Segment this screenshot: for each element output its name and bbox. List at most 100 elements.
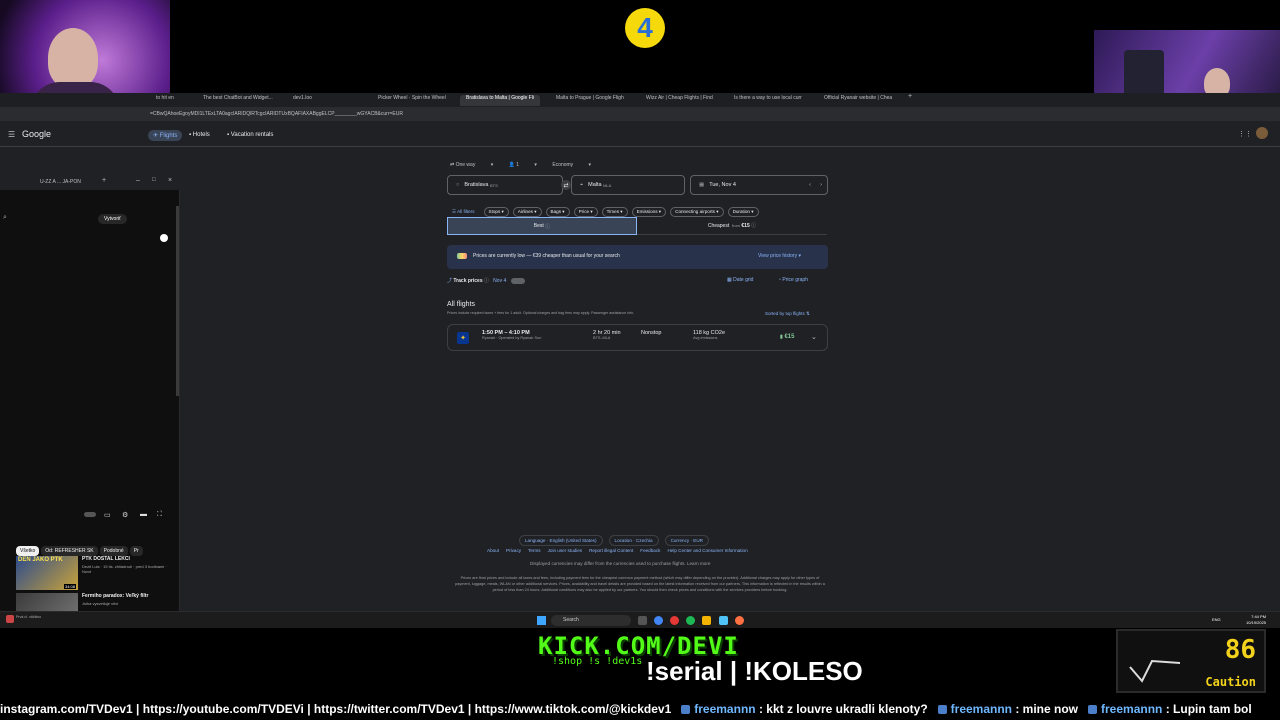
destination-code: MLA [603, 182, 612, 188]
destination-field[interactable]: ⌖ Malta MLA [571, 175, 685, 195]
next-date-icon[interactable]: › [820, 182, 822, 188]
popup-tab-title[interactable]: U-ZZ A ... JA-PON [40, 179, 81, 185]
expand-chevron-icon[interactable]: ⌄ [811, 333, 817, 341]
video-thumbnail[interactable]: DEN JAKO PTK 34:08 [16, 556, 78, 590]
video-title[interactable]: PTK DOSTAL LEKCI [82, 556, 176, 562]
new-tab-icon[interactable]: + [902, 93, 912, 104]
sort-cheapest-tab[interactable]: Cheapest from €15 ⓘ [637, 217, 827, 235]
video-item[interactable]: DEN JAKO PTK 34:08 PTK DOSTAL LEKCI Dezi… [16, 556, 176, 590]
info-icon[interactable] [160, 234, 168, 242]
subtitles-icon[interactable]: ▭ [104, 511, 111, 519]
filter-stops[interactable]: Stops ▾ [483, 207, 509, 217]
browser-tab[interactable]: dev1.loo [287, 95, 363, 106]
origin-field[interactable]: ○ Bratislava BTS [447, 175, 563, 195]
filter-emissions[interactable]: Emissions ▾ [631, 207, 667, 217]
maximize-icon[interactable]: □ [152, 177, 156, 183]
popup-titlebar: U-ZZ A ... JA-PON + – □ × [0, 176, 180, 190]
video-item[interactable]: Fermiho paradox: Veľký filtr Jsiha vysve… [16, 593, 176, 611]
language-button[interactable]: Language · English (United States) [519, 535, 603, 546]
location-button[interactable]: Location · Czechia [608, 535, 659, 546]
info-icon: ⓘ [545, 223, 551, 230]
browser-tab[interactable]: to hit en [150, 95, 192, 106]
create-button[interactable]: Vytvoriť [98, 214, 127, 224]
sort-best-tab[interactable]: Best ⓘ [447, 217, 637, 235]
chrome-icon[interactable] [654, 616, 663, 625]
apps-icon[interactable]: ⋮⋮ [1238, 130, 1252, 138]
theater-icon[interactable]: ▬ [140, 511, 147, 518]
chip-related[interactable]: Podobné [99, 546, 128, 556]
chat-user: freemannn [950, 702, 1013, 716]
popup-new-tab-icon[interactable]: + [102, 177, 106, 184]
language-indicator[interactable]: ENG [1212, 617, 1221, 622]
view-price-history-link[interactable]: View price history ▾ [758, 253, 801, 259]
browser-tab[interactable]: The best ChatBot and Widget... [197, 95, 273, 106]
info-icon: ⓘ [751, 223, 757, 229]
filter-times[interactable]: Times ▾ [601, 207, 628, 217]
gauge-label: Caution [1205, 675, 1256, 689]
tab-hotels[interactable]: ▪ Hotels [184, 130, 215, 140]
scrollbar[interactable] [176, 206, 179, 396]
url-text[interactable]: =CBwQAhoeEgoyMDI1LTExLTA0agcIARIDQlRTcgc… [150, 111, 403, 117]
footer-link[interactable]: Terms [528, 548, 541, 553]
swap-icon[interactable]: ⇄ [561, 180, 571, 190]
chip-more[interactable]: Pr [129, 546, 143, 556]
browser-tab[interactable]: Official Ryanair website | Chea [818, 95, 898, 106]
footer-link[interactable]: Feedback [640, 548, 660, 553]
footer-link[interactable]: Help Center and Consumer Information [667, 548, 747, 553]
footer-link[interactable]: Privacy [506, 548, 521, 553]
filter-bags[interactable]: Bags ▾ [545, 207, 570, 217]
chip-all[interactable]: Všetko [16, 546, 40, 556]
app-icon[interactable] [719, 616, 728, 625]
tab-vacation-rentals[interactable]: ▪ Vacation rentals [222, 130, 278, 140]
video-thumbnail[interactable] [16, 593, 78, 611]
date-field[interactable]: ▦ Tue, Nov 4 ‹ › [690, 175, 828, 195]
browser-icon[interactable] [670, 616, 679, 625]
filter-bar: ☰ All filters Stops ▾ Airlines ▾ Bags ▾ Pric… [447, 200, 763, 218]
menu-icon[interactable]: ☰ [8, 130, 15, 139]
app-icon[interactable] [735, 616, 744, 625]
prev-date-icon[interactable]: ‹ [809, 182, 811, 188]
footer-link[interactable]: Join user studies [548, 548, 582, 553]
trip-type-select[interactable]: ⇄ One way ▾ [450, 162, 493, 168]
browser-tab-active[interactable]: Bratislava to Malta | Google Fli [460, 95, 540, 106]
sorted-by-button[interactable]: Sorted by top flights ⇅ [765, 311, 810, 317]
chip-from-channel[interactable]: Od: REFRESHER SK [41, 546, 98, 556]
all-filters-button[interactable]: ☰ All filters [447, 207, 480, 217]
start-icon[interactable] [537, 616, 546, 625]
footer-link[interactable]: Report illegal Content [589, 548, 633, 553]
filter-price[interactable]: Price ▾ [573, 207, 598, 217]
browser-tab[interactable]: Picker Wheel · Spin the Wheel [372, 95, 448, 106]
filter-duration[interactable]: Duration ▾ [727, 207, 759, 217]
explorer-icon[interactable] [702, 616, 711, 625]
footer-settings: Language · English (United States) Locati… [519, 529, 715, 547]
taskbar-search[interactable]: Search [551, 615, 631, 626]
browser-tab[interactable]: Malta to Prague | Google Fligh [550, 95, 630, 106]
taskbar-app-icon[interactable] [6, 615, 14, 623]
filter-airlines[interactable]: Airlines ▾ [512, 207, 542, 217]
autoplay-toggle[interactable] [84, 512, 96, 517]
passengers-select[interactable]: 👤 1 ▾ [509, 162, 537, 168]
settings-icon[interactable]: ⚙ [122, 511, 128, 519]
price-graph-button[interactable]: ◔ Price graph [778, 277, 808, 283]
search-icon[interactable]: ⌕ [3, 214, 7, 222]
avatar[interactable] [1256, 127, 1268, 139]
currency-note: Displayed currencies may differ from the… [530, 561, 711, 566]
google-logo[interactable]: Google [22, 129, 51, 139]
task-view-icon[interactable] [638, 616, 647, 625]
browser-tab[interactable]: Is there a way to use local curr [728, 95, 808, 106]
close-icon[interactable]: × [168, 177, 172, 184]
filter-connecting-airports[interactable]: Connecting airports ▾ [670, 207, 724, 217]
track-prices-toggle[interactable] [510, 277, 525, 284]
video-title[interactable]: Fermiho paradox: Veľký filtr [82, 593, 176, 599]
tab-flights[interactable]: ✈ Flights [148, 130, 183, 141]
fullscreen-icon[interactable]: ⛶ [157, 511, 162, 519]
clock[interactable]: 7:44 PM 10/19/2025 [1246, 614, 1266, 626]
minimize-icon[interactable]: – [136, 177, 140, 184]
spotify-icon[interactable] [686, 616, 695, 625]
currency-button[interactable]: Currency · EUR [664, 535, 709, 546]
footer-link[interactable]: About [487, 548, 499, 553]
browser-tab[interactable]: Wizz Air | Cheap Flights | Find [640, 95, 720, 106]
date-grid-button[interactable]: ▦ Date grid [727, 277, 753, 283]
cabin-select[interactable]: Economy ▾ [552, 162, 591, 168]
flight-result-row[interactable]: ✦ 1:50 PM – 4:10 PM Ryanair · Operated b… [447, 324, 828, 351]
